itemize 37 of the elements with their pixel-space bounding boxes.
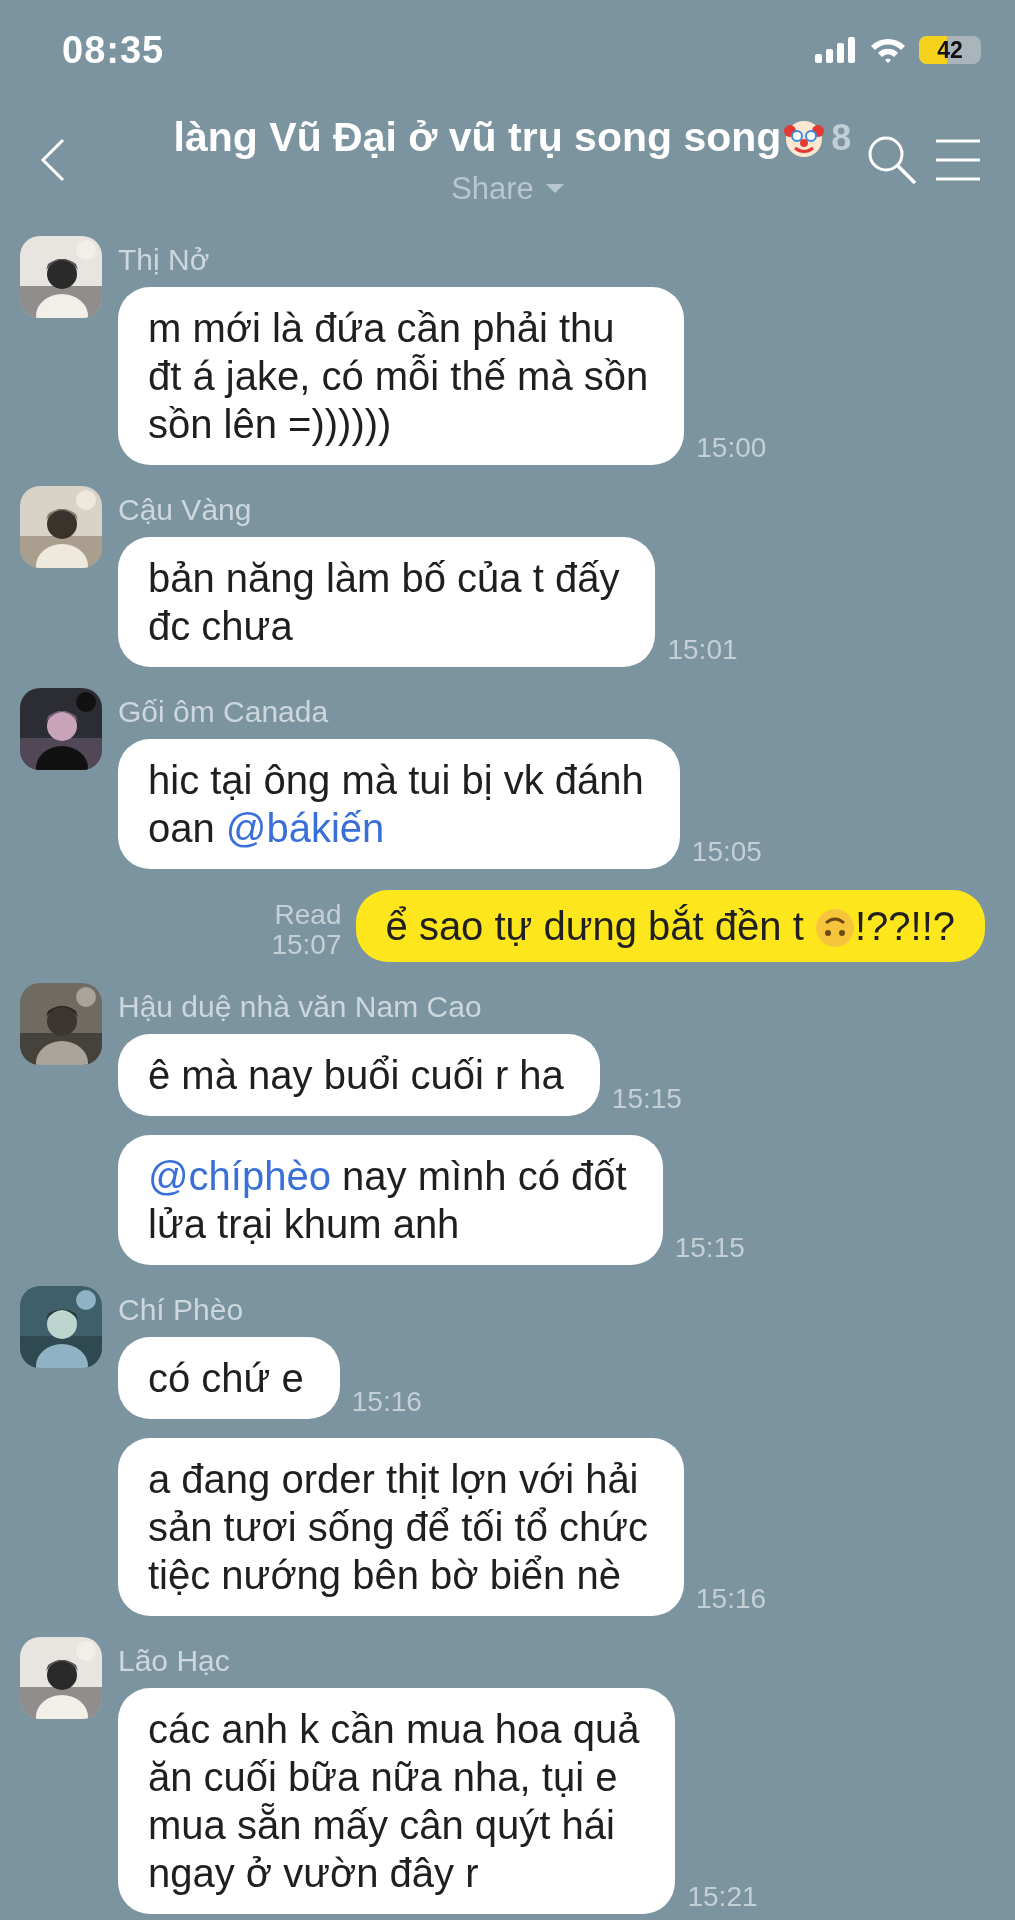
message-bubble: hic tại ông mà tui bị vk đánh oan @bákiến bbox=[118, 739, 680, 869]
menu-icon[interactable] bbox=[936, 138, 980, 182]
member-count: 8 bbox=[831, 116, 852, 159]
message-bubble: ể sao tự dưng bắt đền t !??!!? bbox=[355, 890, 985, 962]
wifi-icon bbox=[869, 36, 907, 64]
message-bubble: a đang order thịt lợn với hải sản tươi sống để tối tổ chức tiệc nướng bên bờ biển nè bbox=[118, 1438, 685, 1616]
sender-name: Chí Phèo bbox=[118, 1292, 245, 1328]
message-time: 15:15 bbox=[674, 1233, 745, 1263]
chat-title: làng Vũ Đại ở vũ trụ song song bbox=[173, 114, 782, 161]
status-time: 08:35 bbox=[62, 28, 165, 72]
upside-down-face-icon bbox=[814, 908, 855, 948]
message-time: 15:16 bbox=[696, 1584, 767, 1614]
message-time: 15:01 bbox=[667, 635, 738, 665]
message-bubble: m mới là đứa cần phải thu đt á jake, có mỗi thế mà sồn sồn lên =)))))) bbox=[118, 287, 685, 465]
back-icon[interactable] bbox=[40, 138, 66, 182]
sender-name: Thị Nở bbox=[118, 242, 211, 278]
sender-name: Gối ôm Canada bbox=[118, 694, 330, 730]
message-time: 15:05 bbox=[691, 837, 762, 867]
mention-link[interactable]: @chíphèo bbox=[148, 1154, 331, 1198]
signal-icon bbox=[815, 37, 857, 63]
sender-name: Cậu Vàng bbox=[118, 492, 253, 528]
message-bubble: các anh k cần mua hoa quả ăn cuối bữa nữa nha, tụi e mua sẵn mấy cân quýt hái ngay ở vườn đây r bbox=[118, 1688, 676, 1914]
message-bubble: có chứ e bbox=[118, 1337, 340, 1419]
mention-link[interactable]: @bákiến bbox=[225, 806, 385, 850]
sender-name: Hậu duệ nhà văn Nam Cao bbox=[118, 989, 483, 1025]
search-icon[interactable] bbox=[866, 134, 918, 186]
message-time: 15:21 bbox=[687, 1882, 758, 1912]
caret-icon[interactable] bbox=[545, 184, 564, 194]
read-receipt: Read bbox=[274, 900, 342, 930]
message-time: 15:07 bbox=[271, 930, 342, 960]
message-time: 15:00 bbox=[696, 433, 767, 463]
sender-name: Lão Hạc bbox=[118, 1643, 231, 1679]
message-time: 15:16 bbox=[351, 1387, 422, 1417]
message-bubble: @chíphèo nay mình có đốt lửa trại khum anh bbox=[118, 1135, 663, 1265]
message-bubble: bản năng làm bố của t đấy đc chưa bbox=[118, 537, 656, 667]
message-bubble: ê mà nay buổi cuối r ha bbox=[118, 1034, 600, 1116]
message-time: 15:15 bbox=[611, 1084, 682, 1114]
